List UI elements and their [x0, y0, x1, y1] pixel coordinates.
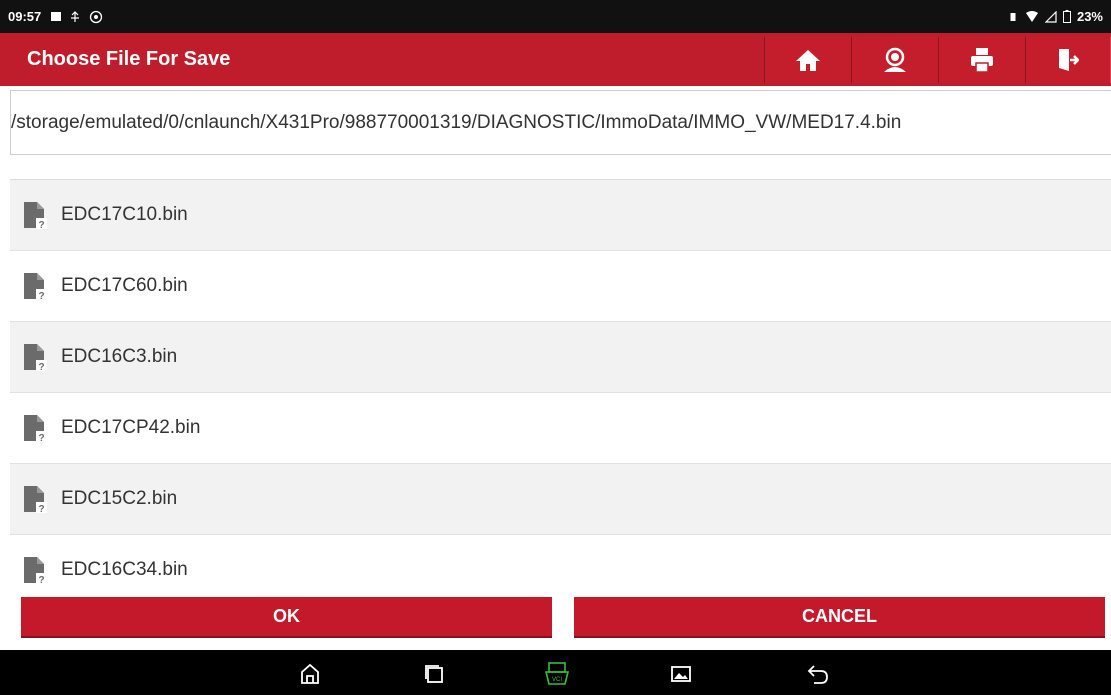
svg-text:?: ? — [38, 433, 44, 442]
wifi-icon — [1025, 10, 1038, 22]
unknown-file-icon: ? — [23, 485, 47, 515]
svg-text:VCI: VCI — [552, 677, 562, 683]
svg-text:?: ? — [38, 362, 44, 371]
signal-icon — [1044, 10, 1057, 23]
notification-icons — [51, 10, 103, 24]
unknown-file-icon: ? — [23, 201, 47, 231]
file-name: EDC16C3.bin — [61, 346, 178, 367]
file-path-field[interactable]: /storage/emulated/0/cnlaunch/X431Pro/988… — [10, 90, 1111, 155]
page-title: Choose File For Save — [27, 48, 231, 70]
vibrate-icon — [1010, 12, 1016, 21]
cancel-button[interactable]: CANCEL — [574, 597, 1105, 638]
file-list-item[interactable]: ? EDC16C3.bin — [10, 322, 1111, 393]
file-name: EDC16C34.bin — [61, 559, 188, 580]
file-list-item[interactable]: ? EDC17C60.bin — [10, 251, 1111, 322]
status-time: 09:57 — [8, 9, 42, 24]
file-name: EDC17CP42.bin — [61, 417, 201, 438]
status-bar: 09:57 23% — [0, 0, 1111, 33]
unknown-file-icon: ? — [23, 414, 47, 444]
unknown-file-icon: ? — [23, 272, 47, 302]
nav-vci-icon[interactable]: VCI — [544, 661, 570, 687]
exit-icon — [1059, 48, 1079, 71]
unknown-file-icon: ? — [23, 343, 47, 373]
support-button[interactable] — [851, 36, 939, 83]
exit-button[interactable] — [1025, 36, 1111, 83]
battery-percent: 23% — [1076, 9, 1103, 24]
battery-icon — [1062, 10, 1071, 23]
file-list-item[interactable]: ? EDC16C34.bin — [10, 535, 1111, 595]
settings-notification-icon — [90, 10, 103, 23]
file-name: EDC17C10.bin — [61, 204, 188, 225]
file-name: EDC15C2.bin — [61, 488, 178, 509]
home-button[interactable] — [764, 36, 852, 83]
svg-text:?: ? — [38, 220, 44, 229]
navigation-bar: VCI — [0, 650, 1111, 695]
nav-home-icon[interactable] — [297, 661, 323, 687]
ok-button[interactable]: OK — [21, 597, 552, 638]
file-list: ? EDC17C10.bin? EDC17C60.bin? EDC16C3.bin? E… — [10, 179, 1111, 595]
usb-icon — [71, 10, 80, 22]
print-button[interactable] — [938, 36, 1026, 83]
svg-text:?: ? — [38, 575, 44, 584]
nav-recents-icon[interactable] — [421, 661, 447, 687]
nav-back-icon[interactable] — [805, 661, 831, 687]
svg-text:?: ? — [38, 504, 44, 513]
file-list-item[interactable]: ? EDC17C10.bin — [10, 180, 1111, 251]
file-list-item[interactable]: ? EDC15C2.bin — [10, 464, 1111, 535]
gallery-notification-icon — [51, 12, 62, 21]
file-list-item[interactable]: ? EDC17CP42.bin — [10, 393, 1111, 464]
home-icon — [796, 49, 820, 71]
support-icon — [884, 47, 906, 72]
printer-icon — [971, 47, 993, 73]
title-bar: Choose File For Save — [0, 33, 1111, 86]
file-name: EDC17C60.bin — [61, 275, 188, 296]
svg-text:?: ? — [38, 291, 44, 300]
nav-screenshot-icon[interactable] — [668, 661, 694, 687]
unknown-file-icon: ? — [23, 556, 47, 586]
